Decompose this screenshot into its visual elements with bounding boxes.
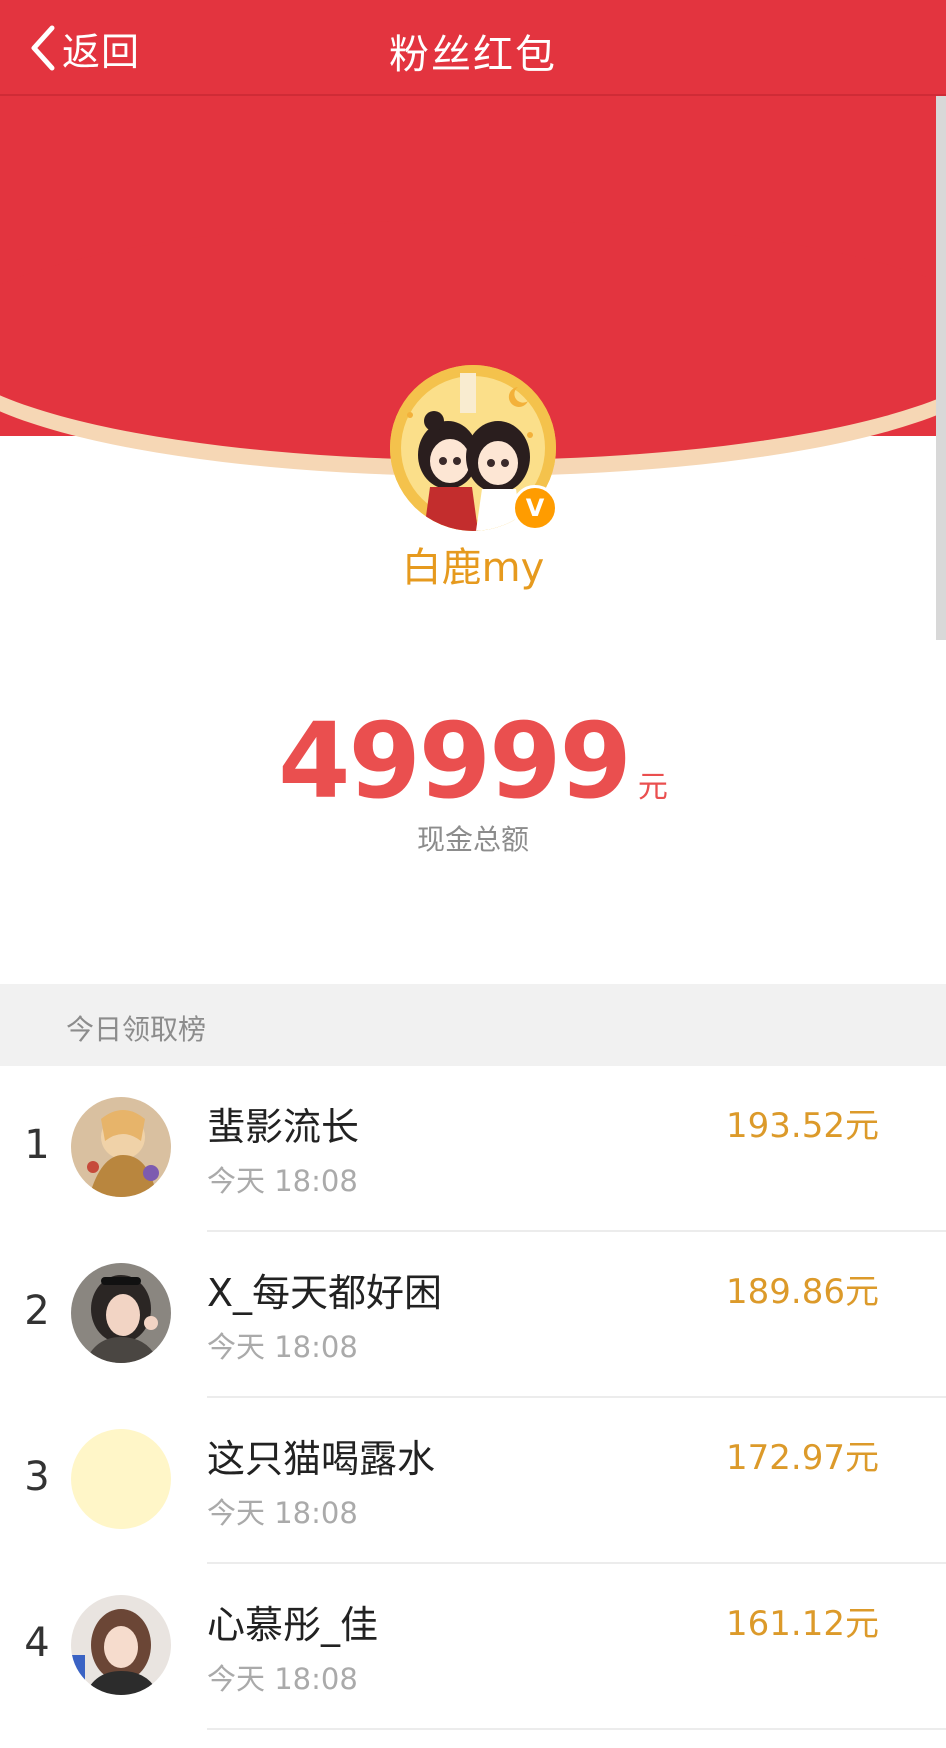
leaderboard-row[interactable]: 2 X_每天都好困 今天 18:08 189.86元	[0, 1232, 946, 1398]
claim-amount: 193.52元	[726, 1106, 879, 1146]
claim-time: 今天 18:08	[207, 1330, 358, 1364]
leaderboard-row[interactable]: 3 这只猫喝露水 今天 18:08 172.97元	[0, 1398, 946, 1564]
rank-number: 4	[24, 1620, 50, 1666]
top-navigation-bar: 返回 粉丝红包	[0, 0, 946, 96]
rank-number: 1	[24, 1122, 50, 1168]
total-amount-unit: 元	[637, 770, 668, 805]
rank-number: 2	[24, 1288, 50, 1334]
claim-time: 今天 18:08	[207, 1164, 358, 1198]
claim-time: 今天 18:08	[207, 1662, 358, 1696]
leaderboard-title: 今日领取榜	[66, 1013, 207, 1046]
user-avatar[interactable]	[71, 1595, 171, 1695]
navbar-divider	[0, 94, 946, 96]
user-avatar[interactable]	[71, 1429, 171, 1529]
user-name: 心慕彤_佳	[207, 1603, 379, 1647]
total-amount-label: 现金总额	[416, 823, 529, 856]
verified-badge-icon: V	[512, 485, 558, 531]
claim-amount: 161.12元	[726, 1604, 879, 1644]
claim-amount: 172.97元	[726, 1438, 879, 1478]
user-name: 这只猫喝露水	[207, 1437, 436, 1481]
user-avatar[interactable]	[71, 1263, 171, 1363]
leaderboard-row[interactable]: 4 心慕彤_佳 今天 18:08 161.12元	[0, 1564, 946, 1730]
user-avatar[interactable]	[71, 1097, 171, 1197]
user-name: 蜚影流长	[207, 1105, 360, 1149]
scrollbar[interactable]	[936, 96, 946, 640]
leaderboard-list: 1 蜚影流长 今天 18:08 193.52元 2 X_每天都好困 今天 18:…	[0, 1066, 946, 1730]
user-name: X_每天都好困	[207, 1271, 443, 1315]
claim-time: 今天 18:08	[207, 1496, 358, 1530]
leaderboard-header: 今日领取榜	[0, 984, 946, 1066]
sender-name[interactable]: 白鹿my	[0, 535, 946, 593]
fan-red-packet-page: 返回 粉丝红包 V 白鹿my 49999 元 现金总额 今日领取榜 1 蜚影流长…	[0, 0, 946, 1748]
claim-amount: 189.86元	[726, 1272, 879, 1312]
rank-number: 3	[24, 1454, 50, 1500]
leaderboard-row[interactable]: 1 蜚影流长 今天 18:08 193.52元	[0, 1066, 946, 1232]
page-title: 粉丝红包	[389, 32, 557, 78]
sender-avatar[interactable]: V	[390, 365, 558, 531]
row-divider	[207, 1728, 946, 1730]
total-amount-value: 49999	[278, 700, 632, 822]
total-amount: 49999 元	[0, 700, 946, 822]
